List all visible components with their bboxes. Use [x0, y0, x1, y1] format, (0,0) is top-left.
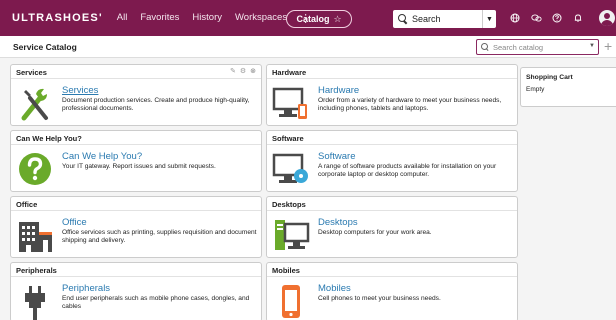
- search-icon: [481, 42, 490, 52]
- card-header-label: Can We Help You?: [16, 134, 82, 143]
- card-can-we-help-you: Can We Help You? Can We Help You? Your I…: [10, 130, 262, 192]
- card-description: Your IT gateway. Report issues and submi…: [62, 163, 216, 170]
- user-avatar[interactable]: [599, 10, 615, 26]
- card-header: Desktops: [267, 197, 517, 211]
- shopping-cart-widget: Shopping Cart Empty: [520, 67, 616, 107]
- help-icon[interactable]: [548, 10, 566, 26]
- desktop-computer-icon[interactable]: [272, 216, 310, 254]
- card-header-label: Peripherals: [16, 266, 57, 275]
- card-title-link[interactable]: Software: [318, 151, 513, 162]
- card-header-label: Software: [272, 134, 304, 143]
- nav-item-workspaces[interactable]: Workspaces: [235, 12, 287, 25]
- card-peripherals: Peripherals Peripherals End user periphe…: [10, 262, 262, 320]
- scripts-icon[interactable]: [527, 10, 545, 26]
- question-mark-icon[interactable]: [16, 150, 54, 188]
- nav-item-favorites[interactable]: Favorites: [140, 12, 179, 25]
- card-services: Services ✎ ⚙ ⊗ Services Document product…: [10, 64, 262, 126]
- catalog-search-input[interactable]: Search catalog: [493, 43, 543, 52]
- bell-icon[interactable]: [569, 10, 587, 26]
- page-title: Service Catalog: [13, 42, 77, 52]
- computer-phone-icon[interactable]: [272, 84, 310, 122]
- shopping-cart-title: Shopping Cart: [526, 74, 573, 81]
- card-tools[interactable]: ✎ ⚙ ⊗: [230, 67, 257, 75]
- card-header-label: Hardware: [272, 68, 307, 77]
- card-title-link[interactable]: Desktops: [318, 217, 513, 228]
- card-title-link[interactable]: Peripherals: [62, 283, 257, 294]
- search-scope-dropdown[interactable]: ▼: [482, 10, 496, 28]
- card-description: Cell phones to meet your business needs.: [318, 295, 441, 302]
- card-header: Services ✎ ⚙ ⊗: [11, 65, 261, 79]
- card-header: Hardware: [267, 65, 517, 79]
- star-icon[interactable]: ☆: [333, 14, 341, 25]
- shopping-cart-status: Empty: [526, 86, 545, 93]
- top-icon-bar: [506, 10, 590, 26]
- card-office: Office Office Office services such as pr…: [10, 196, 262, 258]
- card-description: Desktop computers for your work area.: [318, 229, 432, 236]
- chevron-down-icon[interactable]: ▼: [589, 43, 595, 49]
- card-header: Can We Help You?: [11, 131, 261, 145]
- logo[interactable]: ULTRASHOES': [12, 12, 103, 24]
- card-software: Software Software A range of software pr…: [266, 130, 518, 192]
- card-desktops: Desktops Desktops Desktop computers for …: [266, 196, 518, 258]
- catalog-header: Service Catalog Search catalog ▼ +: [0, 36, 616, 58]
- card-title-link[interactable]: Can We Help You?: [62, 151, 257, 162]
- catalog-tab-label: Catalog: [296, 14, 330, 24]
- software-disc-icon[interactable]: [272, 150, 310, 188]
- usb-plug-icon[interactable]: [16, 282, 54, 320]
- office-building-icon[interactable]: [16, 216, 54, 254]
- card-title-link[interactable]: Office: [62, 217, 257, 228]
- card-description: Order from a variety of hardware to meet…: [318, 97, 502, 112]
- wrench-screwdriver-icon[interactable]: [16, 84, 54, 122]
- card-description: Document production services. Create and…: [62, 97, 250, 112]
- card-hardware: Hardware Hardware Order from a variety o…: [266, 64, 518, 126]
- card-description: A range of software products available f…: [318, 163, 497, 178]
- card-header-label: Mobiles: [272, 266, 300, 275]
- card-header-label: Services: [16, 68, 47, 77]
- card-header-label: Desktops: [272, 200, 306, 209]
- card-title-link[interactable]: Hardware: [318, 85, 513, 96]
- global-search[interactable]: Search ▼: [393, 10, 496, 28]
- card-description: Office services such as printing, suppli…: [62, 229, 257, 244]
- mobile-phone-icon[interactable]: [272, 282, 310, 320]
- card-description: End user peripherals such as mobile phon…: [62, 295, 250, 310]
- nav-item-history[interactable]: History: [192, 12, 222, 25]
- catalog-tab[interactable]: Catalog ☆: [286, 10, 352, 28]
- globe-icon[interactable]: [506, 10, 524, 26]
- card-header: Office: [11, 197, 261, 211]
- catalog-search[interactable]: Search catalog ▼: [476, 39, 599, 55]
- card-header: Mobiles: [267, 263, 517, 277]
- card-header-label: Office: [16, 200, 38, 209]
- search-icon: [398, 14, 408, 24]
- card-header: Peripherals: [11, 263, 261, 277]
- card-mobiles: Mobiles Mobiles Cell phones to meet your…: [266, 262, 518, 320]
- card-title-link[interactable]: Mobiles: [318, 283, 513, 294]
- add-widget-button[interactable]: +: [604, 39, 612, 53]
- nav-item-all[interactable]: All: [117, 12, 128, 25]
- card-header: Software: [267, 131, 517, 145]
- global-search-input[interactable]: Search: [412, 14, 441, 24]
- card-title-link[interactable]: Services: [62, 85, 257, 96]
